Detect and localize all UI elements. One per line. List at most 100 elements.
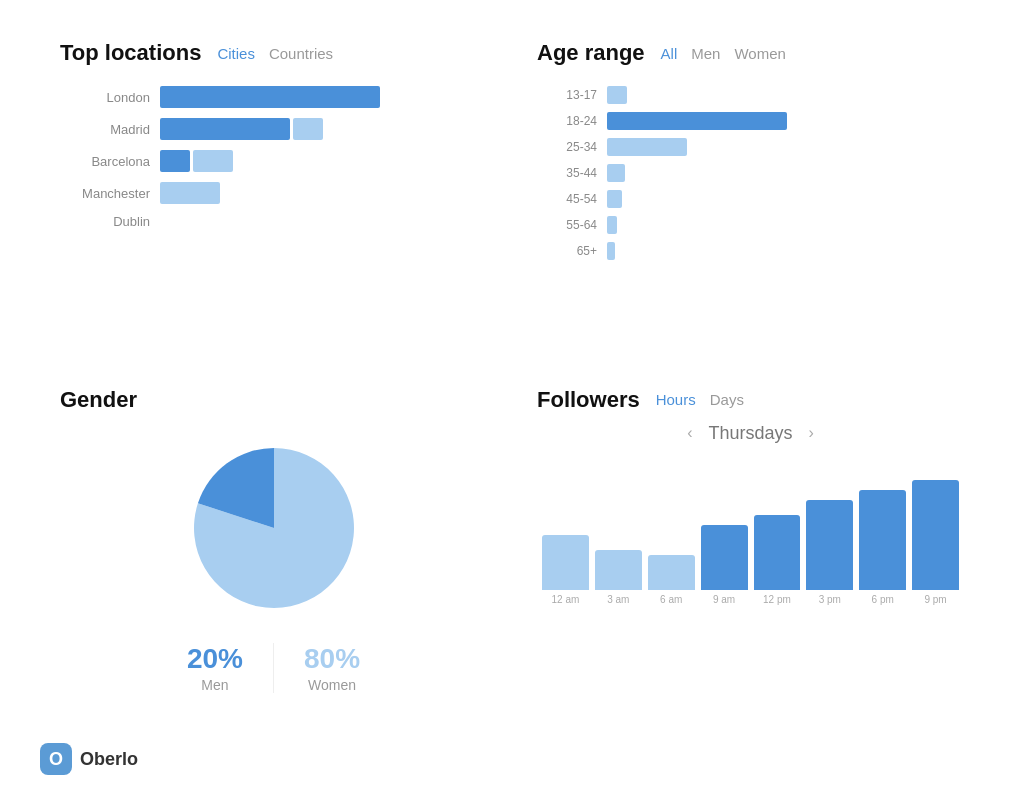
- list-item: Manchester: [70, 182, 487, 204]
- next-day-arrow[interactable]: ›: [809, 424, 814, 442]
- followers-bar-segment: [542, 535, 589, 590]
- oberlo-brand-name: Oberlo: [80, 749, 138, 770]
- age-range-panel: Age range All Men Women 13-17 18-24 25-34 3…: [517, 30, 984, 367]
- footer: O Oberlo: [0, 733, 1024, 795]
- age-range-header: Age range All Men Women: [537, 40, 964, 66]
- bar-dark: [160, 150, 190, 172]
- list-item: 65+: [557, 242, 964, 260]
- top-locations-tabs: Cities Countries: [217, 45, 333, 62]
- men-label: Men: [201, 677, 228, 693]
- oberlo-logo: O: [40, 743, 72, 775]
- tab-cities[interactable]: Cities: [217, 45, 255, 62]
- city-label: Dublin: [70, 214, 150, 229]
- pie-container: [60, 443, 487, 623]
- age-label: 35-44: [557, 166, 597, 180]
- list-item: 45-54: [557, 190, 964, 208]
- tab-men[interactable]: Men: [691, 45, 720, 62]
- list-item: Barcelona: [70, 150, 487, 172]
- bar-track: [160, 182, 487, 204]
- age-label: 55-64: [557, 218, 597, 232]
- followers-time-label: 9 am: [701, 594, 748, 605]
- followers-bar-segment: [701, 525, 748, 590]
- list-item: [595, 550, 642, 590]
- list-item: [701, 525, 748, 590]
- top-locations-panel: Top locations Cities Countries London Mad…: [40, 30, 507, 367]
- age-label: 13-17: [557, 88, 597, 102]
- tab-women[interactable]: Women: [734, 45, 785, 62]
- followers-bar-segment: [859, 490, 906, 590]
- followers-bar-segment: [912, 480, 959, 590]
- top-locations-title: Top locations: [60, 40, 201, 66]
- followers-time-label: 12 am: [542, 594, 589, 605]
- gender-panel: Gender 20% Men 80% Women: [40, 377, 507, 714]
- followers-time-label: 6 pm: [859, 594, 906, 605]
- age-label: 18-24: [557, 114, 597, 128]
- followers-title: Followers: [537, 387, 640, 413]
- age-bar-light: [607, 86, 627, 104]
- list-item: 35-44: [557, 164, 964, 182]
- list-item: [648, 555, 695, 590]
- followers-bar-segment: [595, 550, 642, 590]
- bar-dark: [160, 86, 380, 108]
- locations-chart: London Madrid Barcelona Manchester Dublin: [60, 86, 487, 229]
- followers-bar-segment: [754, 515, 801, 590]
- age-label: 45-54: [557, 192, 597, 206]
- list-item: Madrid: [70, 118, 487, 140]
- city-label: Manchester: [70, 186, 150, 201]
- tab-days[interactable]: Days: [710, 391, 744, 408]
- gender-pie-chart: [184, 443, 364, 623]
- gender-header: Gender: [60, 387, 137, 413]
- age-bar-dark: [607, 112, 787, 130]
- gender-title: Gender: [60, 387, 137, 413]
- women-stat: 80% Women: [274, 643, 390, 693]
- list-item: 25-34: [557, 138, 964, 156]
- list-item: [859, 490, 906, 590]
- bar-track: [160, 118, 487, 140]
- women-label: Women: [308, 677, 356, 693]
- prev-day-arrow[interactable]: ‹: [687, 424, 692, 442]
- age-bar-light: [607, 190, 622, 208]
- age-bar-light: [607, 216, 617, 234]
- tab-countries[interactable]: Countries: [269, 45, 333, 62]
- bar-light: [293, 118, 323, 140]
- men-percentage: 20%: [187, 643, 243, 675]
- oberlo-icon: O: [49, 749, 63, 770]
- age-label: 65+: [557, 244, 597, 258]
- city-label: London: [70, 90, 150, 105]
- followers-bar-segment: [806, 500, 853, 590]
- list-item: [754, 515, 801, 590]
- city-label: Barcelona: [70, 154, 150, 169]
- followers-time-label: 3 am: [595, 594, 642, 605]
- bar-light: [193, 150, 233, 172]
- age-bar-light: [607, 242, 615, 260]
- bar-dark: [160, 118, 290, 140]
- followers-labels: 12 am3 am6 am9 am12 pm3 pm6 pm9 pm: [537, 590, 964, 605]
- list-item: [542, 535, 589, 590]
- age-range-title: Age range: [537, 40, 645, 66]
- city-label: Madrid: [70, 122, 150, 137]
- followers-panel: Followers Hours Days ‹ Thursdays › 12 am…: [517, 377, 984, 714]
- bar-track: [160, 150, 487, 172]
- gender-stats: 20% Men 80% Women: [60, 643, 487, 693]
- age-bar-light: [607, 164, 625, 182]
- tab-hours[interactable]: Hours: [656, 391, 696, 408]
- men-stat: 20% Men: [157, 643, 274, 693]
- age-range-tabs: All Men Women: [661, 45, 786, 62]
- list-item: London: [70, 86, 487, 108]
- list-item: 18-24: [557, 112, 964, 130]
- followers-time-label: 3 pm: [806, 594, 853, 605]
- women-percentage: 80%: [304, 643, 360, 675]
- list-item: Dublin: [70, 214, 487, 229]
- current-day: Thursdays: [708, 423, 792, 444]
- followers-time-label: 9 pm: [912, 594, 959, 605]
- bar-light: [160, 182, 220, 204]
- age-bar-light: [607, 138, 687, 156]
- bar-track: [160, 86, 487, 108]
- age-label: 25-34: [557, 140, 597, 154]
- tab-all[interactable]: All: [661, 45, 678, 62]
- age-chart: 13-17 18-24 25-34 35-44 45-54 55-64 65+: [537, 86, 964, 260]
- followers-header: Followers Hours Days: [537, 387, 964, 413]
- followers-bar-segment: [648, 555, 695, 590]
- list-item: 13-17: [557, 86, 964, 104]
- list-item: [806, 500, 853, 590]
